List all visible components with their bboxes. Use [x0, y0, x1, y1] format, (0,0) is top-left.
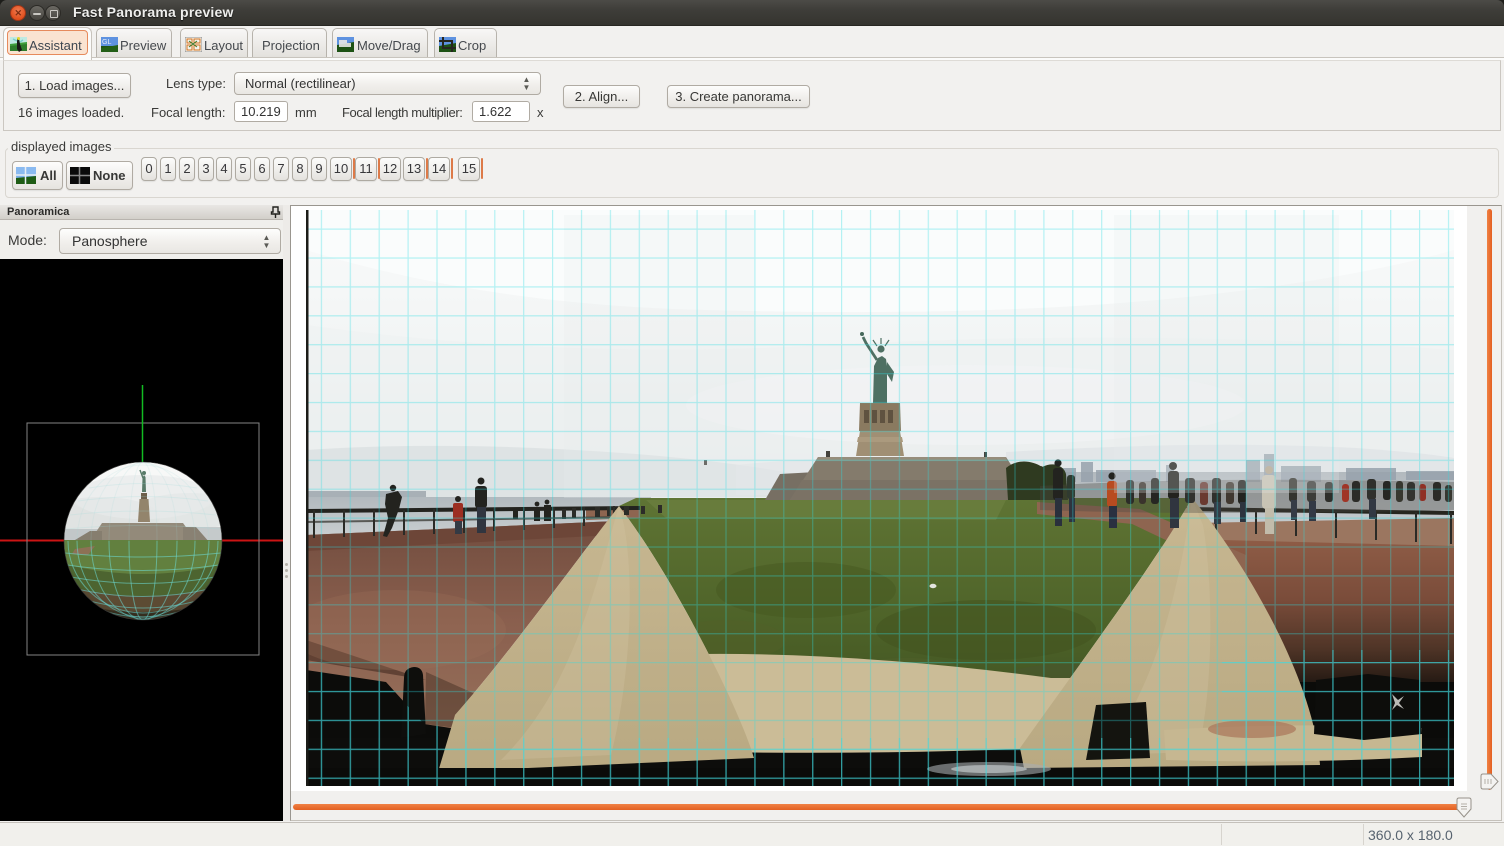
- svg-text:GL: GL: [102, 39, 111, 46]
